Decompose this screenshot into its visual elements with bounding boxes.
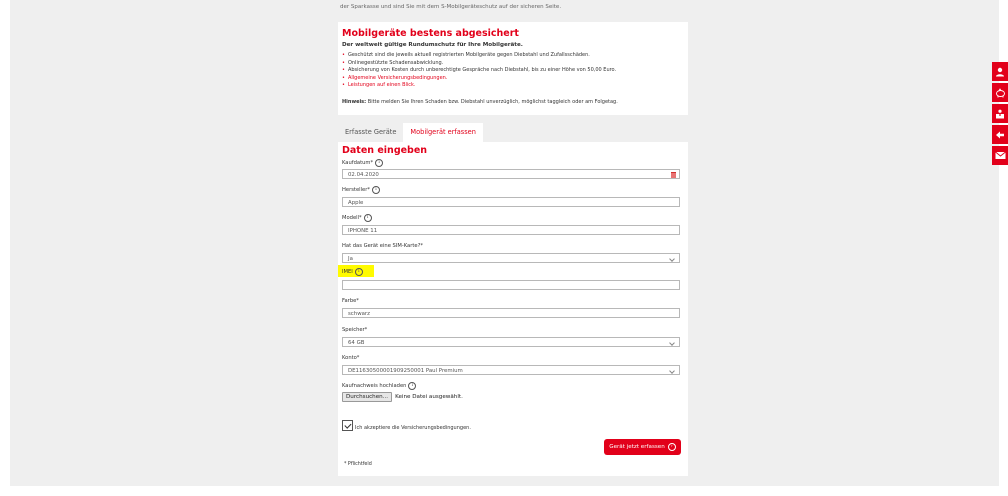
info-icon[interactable]: i [371, 186, 380, 194]
bullet-icon: • [342, 67, 345, 74]
storage-label: Speicher* [342, 327, 368, 333]
arrow-circle-icon: › [667, 443, 676, 451]
info-card: Mobilgeräte bestens abgesichert Der welt… [338, 22, 688, 115]
upload-row: Durchsuchen... Keine Datei ausgewählt. [342, 392, 463, 402]
purchase-date-input[interactable]: 02.04.2020 [342, 169, 680, 179]
imei-label: IMEI i [342, 268, 363, 276]
device-form: Daten eingeben Kaufdatum* i 02.04.2020 He… [338, 142, 688, 476]
side-action-bar [992, 62, 1008, 165]
imei-input[interactable] [342, 280, 680, 290]
model-label: Modell* i [342, 214, 372, 222]
purchase-date-label: Kaufdatum* i [342, 159, 384, 167]
tab-register-device[interactable]: Mobilgerät erfassen [403, 123, 483, 142]
required-note: * Pflichtfeld [344, 462, 372, 467]
sim-select[interactable]: Ja [342, 253, 680, 263]
storage-select[interactable]: 64 GB [342, 337, 680, 347]
accept-terms-checkbox[interactable] [342, 420, 353, 431]
user-icon[interactable] [992, 62, 1008, 81]
browse-button[interactable]: Durchsuchen... [342, 392, 393, 402]
account-select[interactable]: DE11630500001909250001 Paul Premium [342, 365, 680, 375]
form-heading: Daten eingeben [342, 145, 428, 156]
bullet-icon: • [342, 74, 345, 81]
info-icon[interactable]: i [354, 268, 363, 276]
benefit-list: • Geschützt sind die jeweils aktuell regi… [342, 52, 616, 90]
manufacturer-input[interactable]: Apple [342, 197, 680, 207]
accept-terms-label: Ich akzeptiere die Versicherungsbedingun… [355, 425, 471, 431]
bullet-icon: • [342, 59, 345, 66]
intro-text: der Sparkasse und sind Sie mit dem S-Mob… [340, 4, 562, 10]
hint-text: Hinweis: Bitte melden Sie Ihren Schaden … [342, 99, 618, 105]
tab-bar: Erfasste Geräte Mobilgerät erfassen [338, 123, 483, 142]
benefit-item: • Onlinegestützte Schadensabwicklung. [342, 59, 444, 66]
upload-status: Keine Datei ausgewählt. [395, 394, 463, 400]
piggy-bank-icon[interactable] [992, 83, 1008, 102]
upload-label: Kaufnachweis hochladen i [342, 382, 417, 390]
back-arrow-icon[interactable] [992, 125, 1008, 144]
info-title: Mobilgeräte bestens abgesichert [342, 28, 519, 39]
benefit-item: • Absicherung von Kosten durch unberechti… [342, 67, 617, 74]
calendar-icon[interactable] [671, 172, 676, 178]
mail-icon[interactable] [992, 146, 1008, 165]
info-icon[interactable]: i [375, 159, 384, 167]
advisor-icon[interactable] [992, 104, 1008, 123]
link-insurance-terms[interactable]: • Allgemeine Versicherungsbedingungen. [342, 75, 616, 83]
color-label: Farbe* [342, 298, 359, 304]
tab-registered-devices[interactable]: Erfasste Geräte [338, 123, 403, 142]
account-label: Konto* [342, 355, 360, 361]
manufacturer-label: Hersteller* i [342, 186, 380, 194]
link-benefits-overview[interactable]: • Leistungen auf einen Blick. [342, 82, 616, 90]
color-input[interactable]: schwarz [342, 308, 680, 318]
info-icon[interactable]: i [408, 382, 417, 390]
benefit-item: • Geschützt sind die jeweils aktuell regi… [342, 52, 590, 58]
accept-terms-row: Ich akzeptiere die Versicherungsbedingun… [342, 420, 471, 431]
info-icon[interactable]: i [363, 214, 372, 222]
model-input[interactable]: IPHONE 11 [342, 225, 680, 235]
sim-label: Hat das Gerät eine SIM-Karte?* [342, 243, 423, 249]
bullet-icon: • [342, 82, 345, 89]
bullet-icon: • [342, 52, 345, 58]
submit-button[interactable]: Gerät jetzt erfassen › [604, 439, 681, 455]
info-subtitle: Der weltweit gültige Rundumschutz für Ih… [342, 42, 523, 48]
